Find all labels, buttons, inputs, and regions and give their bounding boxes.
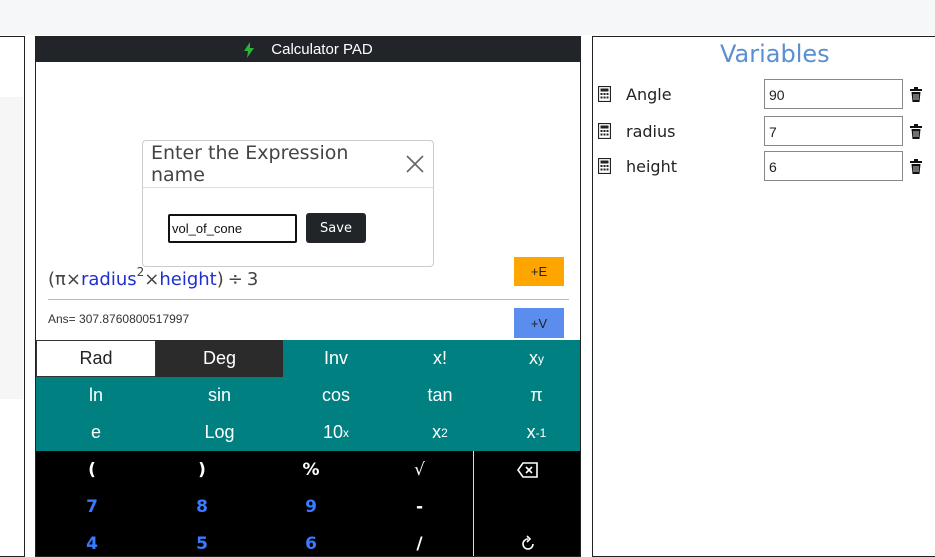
ln-button[interactable]: ln <box>36 377 156 414</box>
answer-display: Ans= 307.8760800517997 <box>48 312 190 326</box>
expr-open-paren: ( <box>48 269 56 290</box>
key-row-2: 7 8 9 - <box>36 488 580 525</box>
calculator-header: Calculator PAD <box>36 37 580 62</box>
calculator-icon <box>598 86 611 102</box>
top-bar <box>0 0 935 35</box>
variables-panel: Variables Angle radius height <box>592 36 935 557</box>
variable-row: height <box>598 151 933 181</box>
calculator-title: Calculator PAD <box>271 41 373 58</box>
key-8[interactable]: 8 <box>148 488 256 525</box>
key-6[interactable]: 6 <box>256 525 366 556</box>
key-row-1: ( ) % √ <box>36 451 580 488</box>
calculator-panel: Calculator PAD (π×radius2×height) ÷ 3 +E A… <box>35 36 581 557</box>
calculator-icon <box>598 123 611 139</box>
key-row-3: 4 5 6 / <box>36 525 580 556</box>
add-expression-button[interactable]: +E <box>514 257 564 286</box>
sci-row-3: e Log 10 x x2 x -1 <box>36 414 580 451</box>
backspace-icon <box>517 461 538 478</box>
pi-button[interactable]: π <box>491 377 580 414</box>
variable-value-input[interactable] <box>764 151 903 181</box>
inv-button[interactable]: Inv <box>283 340 389 377</box>
variable-name: radius <box>626 121 676 141</box>
add-variable-button[interactable]: +V <box>514 308 564 338</box>
rad-button[interactable]: Rad <box>36 340 156 377</box>
variable-row: Angle <box>598 79 933 109</box>
close-paren-key[interactable]: ) <box>148 451 256 488</box>
expr-close-paren: ) <box>216 269 224 290</box>
percent-key[interactable]: % <box>256 451 366 488</box>
dialog-title: Enter the Expression name <box>151 142 349 186</box>
trash-icon[interactable] <box>910 86 922 102</box>
power-button[interactable]: xy <box>491 340 580 377</box>
divider <box>48 299 569 300</box>
sin-button[interactable]: sin <box>156 377 283 414</box>
dialog-header: Enter the Expression name <box>143 141 433 188</box>
expr-var-radius: radius <box>80 269 137 290</box>
lightning-icon <box>244 41 255 58</box>
reset-icon <box>522 534 534 550</box>
expr-number: 3 <box>246 269 259 290</box>
expression-display: (π×radius2×height) ÷ 3 <box>48 265 258 290</box>
log-button[interactable]: Log <box>156 414 283 451</box>
reset-key[interactable] <box>473 525 580 556</box>
variable-value-input[interactable] <box>764 79 903 109</box>
reciprocal-button[interactable]: x -1 <box>491 414 580 451</box>
calculator-icon <box>598 158 611 174</box>
variable-name: Angle <box>626 84 672 104</box>
expression-name-dialog: Enter the Expression name Save <box>142 140 434 267</box>
expression-name-input[interactable] <box>168 213 297 243</box>
sci-row-2: ln sin cos tan π <box>36 377 580 414</box>
empty-key <box>473 488 580 525</box>
e-button[interactable]: e <box>36 414 156 451</box>
sqrt-key[interactable]: √ <box>366 451 473 488</box>
expr-var-height: height <box>159 269 217 290</box>
expr-times-2: × <box>144 269 160 290</box>
backspace-key[interactable] <box>473 451 580 488</box>
trash-icon[interactable] <box>910 123 922 139</box>
left-panel <box>0 36 25 557</box>
variable-value-input[interactable] <box>764 116 903 146</box>
factorial-button[interactable]: x! <box>389 340 491 377</box>
open-paren-key[interactable]: ( <box>36 451 148 488</box>
expr-divide: ÷ <box>227 269 243 290</box>
variable-row: radius <box>598 116 933 146</box>
key-5[interactable]: 5 <box>148 525 256 556</box>
dialog-body: Save <box>168 213 366 243</box>
key-9[interactable]: 9 <box>256 488 366 525</box>
trash-icon[interactable] <box>910 158 922 174</box>
deg-button[interactable]: Deg <box>156 340 283 377</box>
variables-title: Variables <box>720 40 830 68</box>
expr-times: × <box>65 269 81 290</box>
expr-pi: π <box>55 269 66 290</box>
square-button[interactable]: x2 <box>389 414 491 451</box>
cos-button[interactable]: cos <box>283 377 389 414</box>
left-panel-inner <box>0 97 23 399</box>
scientific-keypad: Rad Deg Inv x! xy ln sin cos tan π e Log… <box>36 340 580 451</box>
key-4[interactable]: 4 <box>36 525 148 556</box>
key-7[interactable]: 7 <box>36 488 148 525</box>
divide-key[interactable]: / <box>366 525 473 556</box>
numeric-keypad: ( ) % √ 7 8 9 - 4 5 6 / <box>36 451 580 556</box>
save-button[interactable]: Save <box>306 213 366 243</box>
tan-button[interactable]: tan <box>389 377 491 414</box>
minus-key[interactable]: - <box>366 488 473 525</box>
close-icon[interactable] <box>405 154 425 174</box>
ten-power-button[interactable]: 10 x <box>283 414 389 451</box>
sci-row-1: Rad Deg Inv x! xy <box>36 340 580 377</box>
variable-name: height <box>626 156 677 176</box>
